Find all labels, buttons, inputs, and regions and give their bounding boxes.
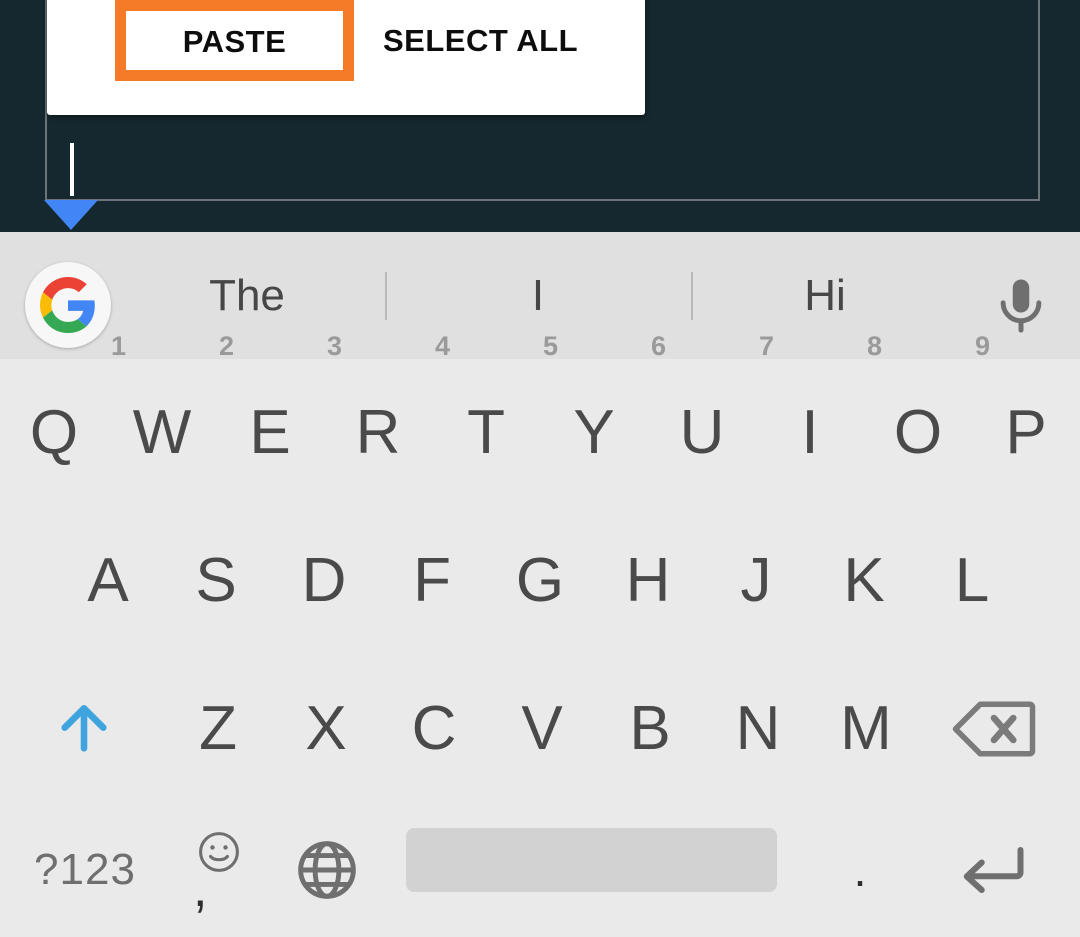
microphone-icon[interactable] — [988, 274, 1054, 340]
key-w[interactable]: W2 — [108, 333, 234, 507]
key-superscript: 4 — [435, 331, 451, 361]
key-label: G — [515, 546, 565, 615]
enter-key[interactable] — [938, 803, 1048, 937]
shift-arrow-up-icon — [51, 696, 117, 762]
shift-key[interactable] — [30, 655, 138, 803]
text-context-menu: PASTE SELECT ALL — [47, 0, 645, 115]
select-all-button[interactable]: SELECT ALL — [377, 14, 637, 66]
key-label: V — [521, 694, 563, 763]
key-v[interactable]: V — [488, 655, 596, 803]
screenshot-root: PASTE SELECT ALL The I Hi Q 1 W 2 E 3 R … — [0, 0, 1080, 937]
suggestion-divider — [691, 272, 693, 320]
key-superscript: 9 — [975, 331, 991, 361]
key-label: J — [740, 546, 772, 615]
keyboard-row-qwerty: Q1 W2 E3 R4 T5 Y6 U7 I8 O9 P0 — [0, 333, 1080, 507]
suggestion-divider — [385, 272, 387, 320]
key-label: R — [355, 398, 401, 467]
key-superscript: 6 — [651, 331, 667, 361]
google-g-icon[interactable] — [25, 262, 111, 348]
key-label: B — [629, 694, 671, 763]
drag-handle-triangle — [44, 200, 98, 230]
key-k[interactable]: K — [810, 507, 918, 655]
key-m[interactable]: M — [812, 655, 920, 803]
key-superscript: 3 — [327, 331, 343, 361]
key-a[interactable]: A — [54, 507, 162, 655]
key-label: U — [679, 398, 725, 467]
app-text-area: PASTE SELECT ALL — [0, 0, 1080, 232]
keyboard-row-bottom: ?123 , . — [0, 803, 1080, 937]
on-screen-keyboard: The I Hi Q1 W2 E3 R4 T5 Y6 U7 I8 O9 P A … — [0, 232, 1080, 937]
key-j[interactable]: J — [702, 507, 810, 655]
key-label: E — [249, 398, 291, 467]
key-q[interactable]: Q1 — [0, 333, 126, 507]
key-superscript: 7 — [759, 331, 775, 361]
keyboard-row-asdf: A S D F G H J K L — [0, 507, 1080, 655]
key-label: M — [840, 694, 892, 763]
paste-button[interactable]: PASTE — [115, 0, 354, 81]
key-s[interactable]: S — [162, 507, 270, 655]
key-c[interactable]: C — [380, 655, 488, 803]
backspace-delete-icon — [950, 698, 1038, 760]
key-label: Q — [29, 398, 79, 467]
key-p[interactable]: P0 — [972, 359, 1080, 507]
key-label: H — [625, 546, 671, 615]
space-key[interactable] — [406, 828, 777, 892]
period-key[interactable]: . — [812, 803, 908, 937]
enter-return-icon — [958, 842, 1028, 898]
key-label: N — [735, 694, 781, 763]
key-superscript: 8 — [867, 331, 883, 361]
key-label: Y — [573, 398, 615, 467]
suggestion-strip: The I Hi — [0, 232, 1080, 359]
symbols-key-label: ?123 — [34, 845, 136, 894]
key-z[interactable]: Z — [164, 655, 272, 803]
key-label: F — [413, 546, 451, 615]
comma-key-label: , — [193, 860, 208, 918]
period-key-label: . — [853, 843, 867, 896]
key-label: X — [305, 694, 347, 763]
key-label: D — [301, 546, 347, 615]
key-u[interactable]: U7 — [648, 333, 774, 507]
key-label: A — [87, 546, 129, 615]
symbols-key[interactable]: ?123 — [20, 803, 150, 937]
key-x[interactable]: X — [272, 655, 380, 803]
key-label: Z — [199, 694, 237, 763]
key-e[interactable]: E3 — [216, 333, 342, 507]
key-label: T — [467, 398, 505, 467]
key-label: C — [411, 694, 457, 763]
key-f[interactable]: F — [378, 507, 486, 655]
text-caret — [70, 143, 74, 196]
key-label: S — [195, 546, 237, 615]
key-r[interactable]: R4 — [324, 333, 450, 507]
key-o[interactable]: O9 — [864, 333, 990, 507]
key-label: K — [843, 546, 885, 615]
key-i[interactable]: I8 — [756, 333, 882, 507]
key-label: L — [954, 546, 990, 615]
key-y[interactable]: Y6 — [540, 333, 666, 507]
backspace-key[interactable] — [940, 655, 1048, 803]
emoji-key[interactable]: , — [178, 803, 258, 937]
key-superscript: 5 — [543, 331, 559, 361]
suggestion-2[interactable]: Hi — [700, 232, 950, 359]
globe-language-icon — [296, 839, 358, 901]
key-t[interactable]: T5 — [432, 333, 558, 507]
key-label: W — [132, 398, 192, 467]
language-switch-key[interactable] — [288, 803, 366, 937]
key-h[interactable]: H — [594, 507, 702, 655]
key-superscript: 1 — [111, 331, 127, 361]
key-n[interactable]: N — [704, 655, 812, 803]
key-superscript: 2 — [219, 331, 235, 361]
key-b[interactable]: B — [596, 655, 704, 803]
key-label: O — [893, 398, 943, 467]
keyboard-row-zxcv: Z X C V B N M — [0, 655, 1080, 803]
key-d[interactable]: D — [270, 507, 378, 655]
emoji-comma-group: , — [188, 825, 248, 915]
key-label: P — [1005, 398, 1047, 467]
key-l[interactable]: L — [918, 507, 1026, 655]
key-label: I — [801, 398, 819, 467]
key-g[interactable]: G — [486, 507, 594, 655]
